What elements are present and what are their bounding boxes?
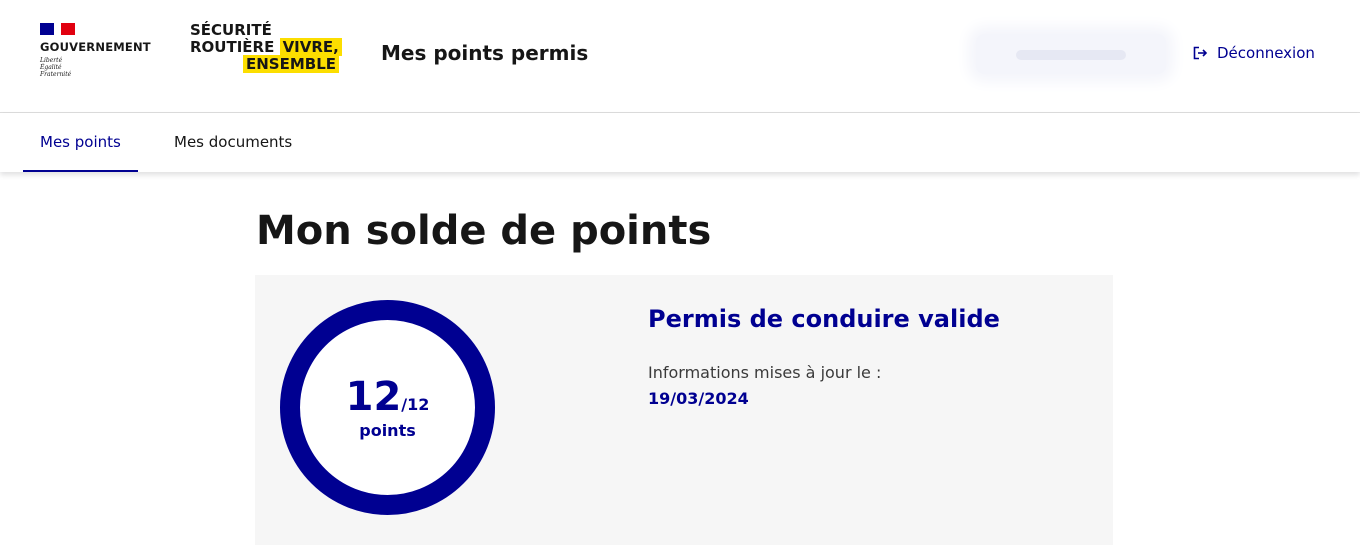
- site-title[interactable]: Mes points permis: [381, 41, 588, 65]
- logout-button[interactable]: Déconnexion: [1192, 44, 1315, 62]
- gov-name: GOUVERNEMENT: [40, 40, 151, 54]
- sr-logo-highlight: VIVRE,: [279, 38, 342, 56]
- securite-routiere-logo[interactable]: SÉCURITÉ ROUTIÈRE VIVRE, ENSEMBLE: [190, 22, 343, 73]
- tab-mes-points[interactable]: Mes points: [23, 113, 138, 172]
- logout-icon: [1193, 46, 1208, 60]
- update-label: Informations mises à jour le :: [648, 363, 882, 382]
- license-status: Permis de conduire valide: [648, 305, 1000, 333]
- page-title: Mon solde de points: [256, 208, 712, 254]
- sr-logo-line2: ROUTIÈRE: [190, 38, 275, 56]
- motto-line: Fraternité: [40, 71, 72, 78]
- sr-logo-line1: SÉCURITÉ: [190, 21, 272, 39]
- points-counter: 12/12 points: [280, 300, 495, 515]
- sr-logo-line3: ENSEMBLE: [243, 55, 340, 73]
- main-nav: Mes points Mes documents: [0, 113, 1360, 172]
- motto-line: Liberté: [40, 57, 63, 64]
- update-date: 19/03/2024: [648, 389, 749, 408]
- motto: Liberté Égalité Fraternité: [40, 57, 170, 78]
- site-header: GOUVERNEMENT Liberté Égalité Fraternité …: [0, 0, 1360, 113]
- points-value: 12: [345, 374, 402, 420]
- points-card: 12/12 points Permis de conduire valide I…: [255, 275, 1113, 545]
- points-unit: points: [359, 421, 416, 440]
- marianne-flag-icon: [40, 23, 75, 35]
- logout-label: Déconnexion: [1217, 44, 1315, 62]
- points-max: /12: [401, 395, 430, 414]
- motto-line: Égalité: [40, 64, 62, 71]
- gouvernement-logo[interactable]: GOUVERNEMENT Liberté Égalité Fraternité: [40, 23, 170, 78]
- blurred-user-name: [976, 34, 1166, 74]
- tab-mes-documents[interactable]: Mes documents: [174, 113, 292, 172]
